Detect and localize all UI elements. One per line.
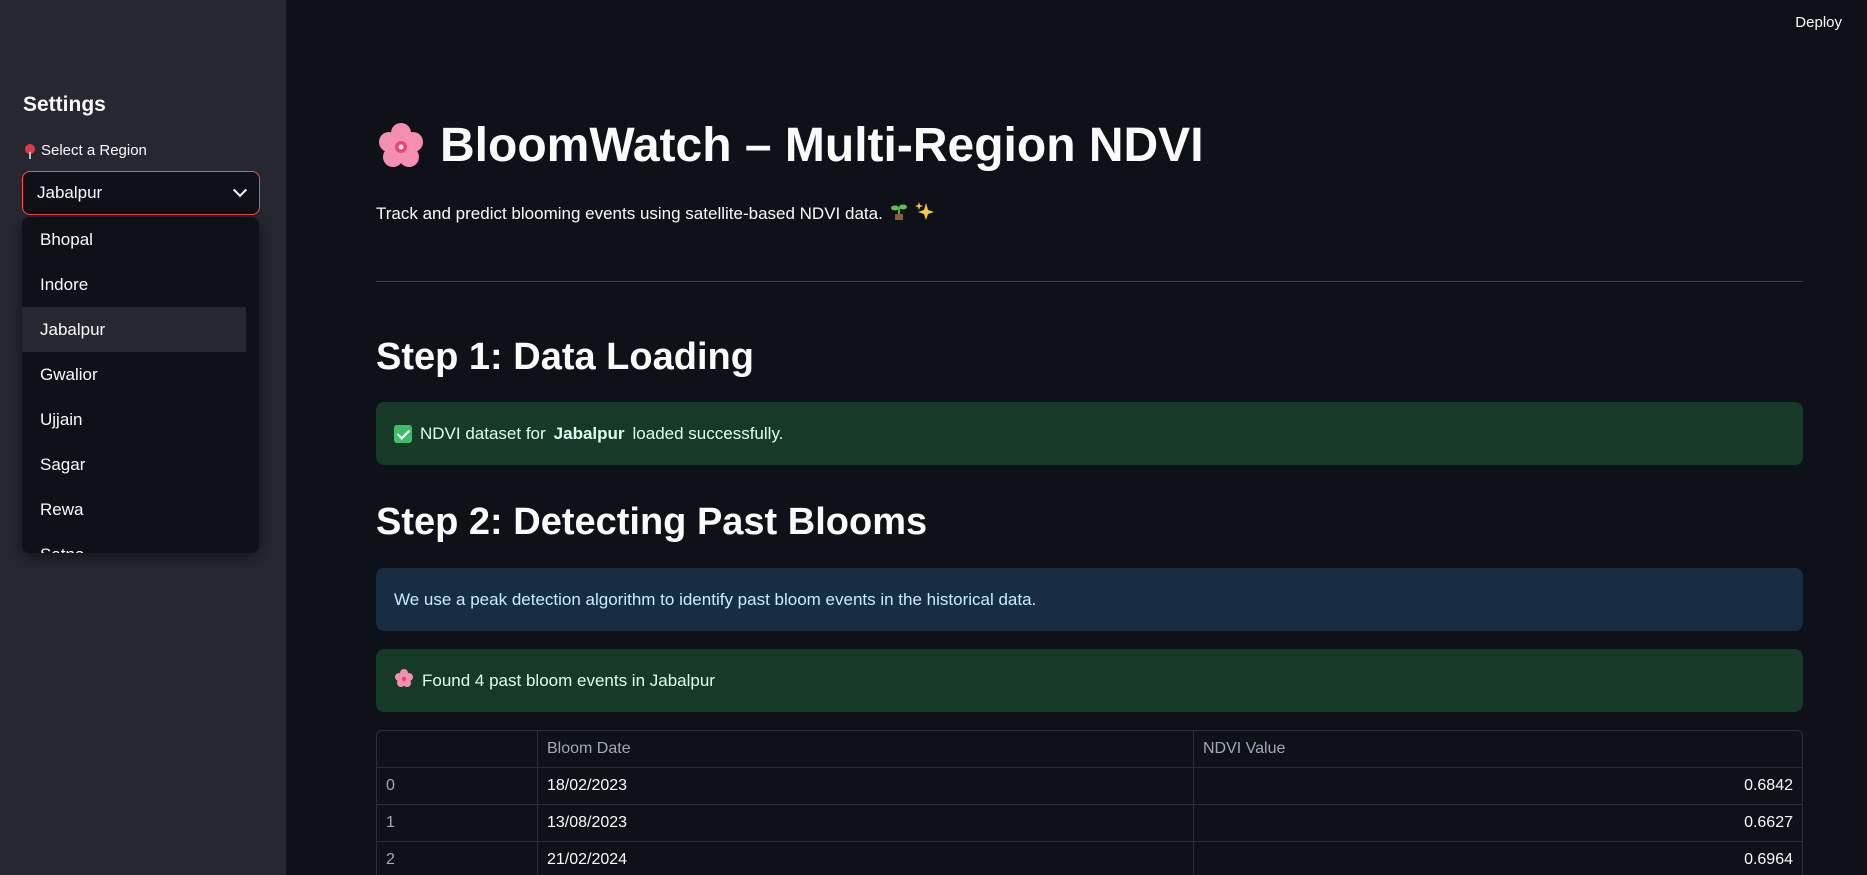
bloom-date-cell[interactable]: 21/02/2024	[538, 842, 1194, 875]
seedling-icon	[889, 201, 909, 226]
step2-found-text: Found 4 past bloom events in Jabalpur	[422, 670, 715, 690]
region-option[interactable]: Rewa	[22, 487, 246, 532]
ndvi-value-cell[interactable]: 0.6842	[1194, 768, 1802, 804]
region-option[interactable]: Gwalior	[22, 352, 246, 397]
app: Settings Select a Region Jabalpur Bhopal…	[0, 0, 1867, 875]
divider	[376, 281, 1803, 282]
page-title-text: BloomWatch – Multi-Region NDVI	[440, 119, 1204, 172]
subtitle-text: Track and predict blooming events using …	[376, 203, 883, 223]
bloom-table[interactable]: Bloom Date NDVI Value 0 18/02/2023 0.684…	[376, 730, 1803, 875]
pin-icon	[25, 143, 35, 159]
cherry-blossom-icon	[394, 668, 414, 693]
step2-info-text: We use a peak detection algorithm to ide…	[394, 589, 1037, 609]
ndvi-value-cell[interactable]: 0.6627	[1194, 805, 1802, 841]
column-header[interactable]: Bloom Date	[538, 731, 1194, 767]
cherry-blossom-icon	[376, 121, 426, 171]
table-row[interactable]: 1 13/08/2023 0.6627	[377, 805, 1802, 842]
ndvi-value-cell[interactable]: 0.6964	[1194, 842, 1802, 875]
region-option[interactable]: Bhopal	[22, 217, 246, 262]
sidebar-title: Settings	[23, 93, 106, 116]
row-index: 0	[377, 768, 538, 804]
table-row[interactable]: 0 18/02/2023 0.6842	[377, 768, 1802, 805]
table-row[interactable]: 2 21/02/2024 0.6964	[377, 842, 1802, 875]
deploy-button[interactable]: Deploy	[1795, 14, 1842, 31]
region-option[interactable]: Indore	[22, 262, 246, 307]
region-select-value: Jabalpur	[37, 183, 103, 202]
check-icon	[394, 424, 412, 443]
region-option[interactable]: Jabalpur	[22, 307, 246, 352]
row-index: 2	[377, 842, 538, 875]
column-header[interactable]	[377, 731, 538, 767]
step1-heading: Step 1: Data Loading	[376, 336, 754, 378]
bloom-date-cell[interactable]: 13/08/2023	[538, 805, 1194, 841]
step1-alert-suffix: loaded successfully.	[632, 423, 784, 443]
bloom-date-cell[interactable]: 18/02/2023	[538, 768, 1194, 804]
region-label: Select a Region	[25, 142, 147, 159]
step2-success-alert: Found 4 past bloom events in Jabalpur	[376, 649, 1803, 712]
sidebar: Settings Select a Region Jabalpur Bhopal…	[0, 0, 286, 875]
step1-alert-prefix: NDVI dataset for	[420, 423, 546, 443]
region-option[interactable]: Sagar	[22, 442, 246, 487]
step2-heading: Step 2: Detecting Past Blooms	[376, 501, 928, 543]
region-option[interactable]: Satna	[22, 532, 246, 553]
step1-success-alert: NDVI dataset for Jabalpur loaded success…	[376, 402, 1803, 465]
column-header[interactable]: NDVI Value	[1194, 731, 1802, 767]
region-dropdown: Bhopal Indore Jabalpur Gwalior Ujjain Sa…	[22, 217, 259, 553]
region-select[interactable]: Jabalpur	[22, 171, 260, 215]
sparkles-icon	[914, 201, 935, 226]
table-header: Bloom Date NDVI Value	[377, 731, 1802, 768]
region-label-text: Select a Region	[41, 142, 147, 159]
page-title: BloomWatch – Multi-Region NDVI	[376, 118, 1204, 173]
step1-alert-region: Jabalpur	[553, 423, 625, 443]
page-subtitle: Track and predict blooming events using …	[376, 201, 935, 226]
chevron-down-icon	[232, 183, 248, 198]
step2-info-alert: We use a peak detection algorithm to ide…	[376, 568, 1803, 631]
region-option[interactable]: Ujjain	[22, 397, 246, 442]
row-index: 1	[377, 805, 538, 841]
